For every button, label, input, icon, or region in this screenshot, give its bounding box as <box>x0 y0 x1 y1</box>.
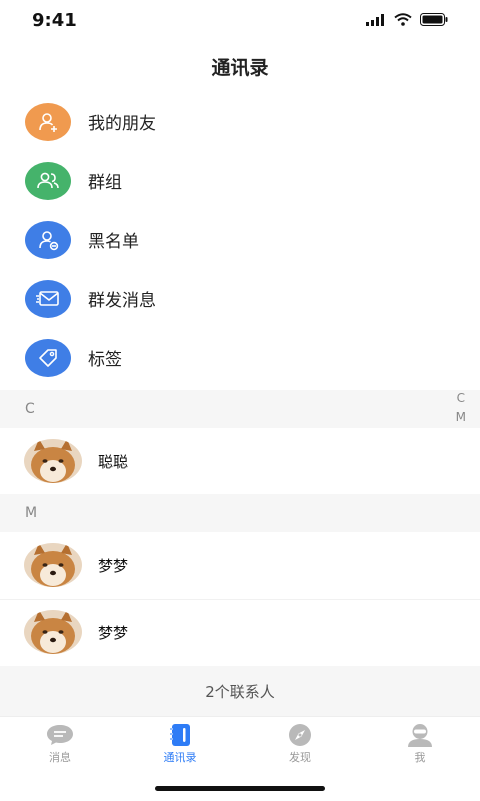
mail-icon <box>25 279 71 318</box>
tab-contacts[interactable]: 通讯录 <box>120 717 240 773</box>
tab-label: 消息 <box>49 751 71 764</box>
function-item-broadcast[interactable]: 群发消息 <box>0 269 480 328</box>
add-friend-icon <box>25 102 71 141</box>
alphabet-index-bar[interactable]: C M <box>456 390 466 425</box>
home-indicator <box>155 786 325 791</box>
index-letter-m[interactable]: M <box>456 409 466 425</box>
function-item-my-friends[interactable]: 我的朋友 <box>0 92 480 151</box>
function-label: 群组 <box>88 173 122 193</box>
tab-discover[interactable]: 发现 <box>240 717 360 773</box>
chat-bubble-icon <box>47 725 73 745</box>
function-label: 群发消息 <box>88 291 156 311</box>
blocked-user-icon <box>25 220 71 259</box>
signal-icon <box>366 13 384 26</box>
section-header-c: C <box>0 390 480 428</box>
avatar <box>24 543 82 587</box>
wifi-icon <box>394 13 412 26</box>
contact-item[interactable]: 梦梦 <box>0 532 480 598</box>
group-icon <box>25 161 71 200</box>
tab-label: 发现 <box>289 751 311 764</box>
status-icons <box>366 13 448 26</box>
section-letter: M <box>25 505 38 521</box>
contact-item[interactable]: 梦梦 <box>0 599 480 665</box>
section-header-m: M <box>0 494 480 532</box>
status-time: 9:41 <box>32 10 77 31</box>
section-letter: C <box>25 401 35 417</box>
compass-icon <box>289 724 311 746</box>
contact-name: 聪聪 <box>98 452 129 471</box>
page-title: 通讯录 <box>211 56 269 79</box>
function-item-blacklist[interactable]: 黑名单 <box>0 210 480 269</box>
contacts-book-icon <box>170 724 190 746</box>
avatar <box>24 439 82 483</box>
index-letter-c[interactable]: C <box>457 390 465 406</box>
function-item-groups[interactable]: 群组 <box>0 151 480 210</box>
function-label: 标签 <box>88 350 122 370</box>
function-label: 我的朋友 <box>88 114 156 134</box>
tab-messages[interactable]: 消息 <box>0 717 120 773</box>
contact-item[interactable]: 聪聪 <box>0 428 480 494</box>
profile-icon <box>408 724 432 747</box>
tab-label: 通讯录 <box>163 751 197 764</box>
status-bar: 9:41 <box>0 0 480 44</box>
function-item-tags[interactable]: 标签 <box>0 328 480 387</box>
function-label: 黑名单 <box>88 232 139 252</box>
tab-label: 我 <box>414 751 426 764</box>
contact-name: 梦梦 <box>98 623 129 642</box>
function-list: 我的朋友 群组 黑名单 群发消息 标签 <box>0 92 480 387</box>
avatar <box>24 610 82 654</box>
tag-icon <box>25 338 71 377</box>
contacts-count: 2个联系人 <box>0 666 480 716</box>
tab-me[interactable]: 我 <box>360 717 480 773</box>
battery-icon <box>420 13 448 26</box>
nav-bar: 通讯录 <box>0 44 480 88</box>
contact-name: 梦梦 <box>98 556 129 575</box>
